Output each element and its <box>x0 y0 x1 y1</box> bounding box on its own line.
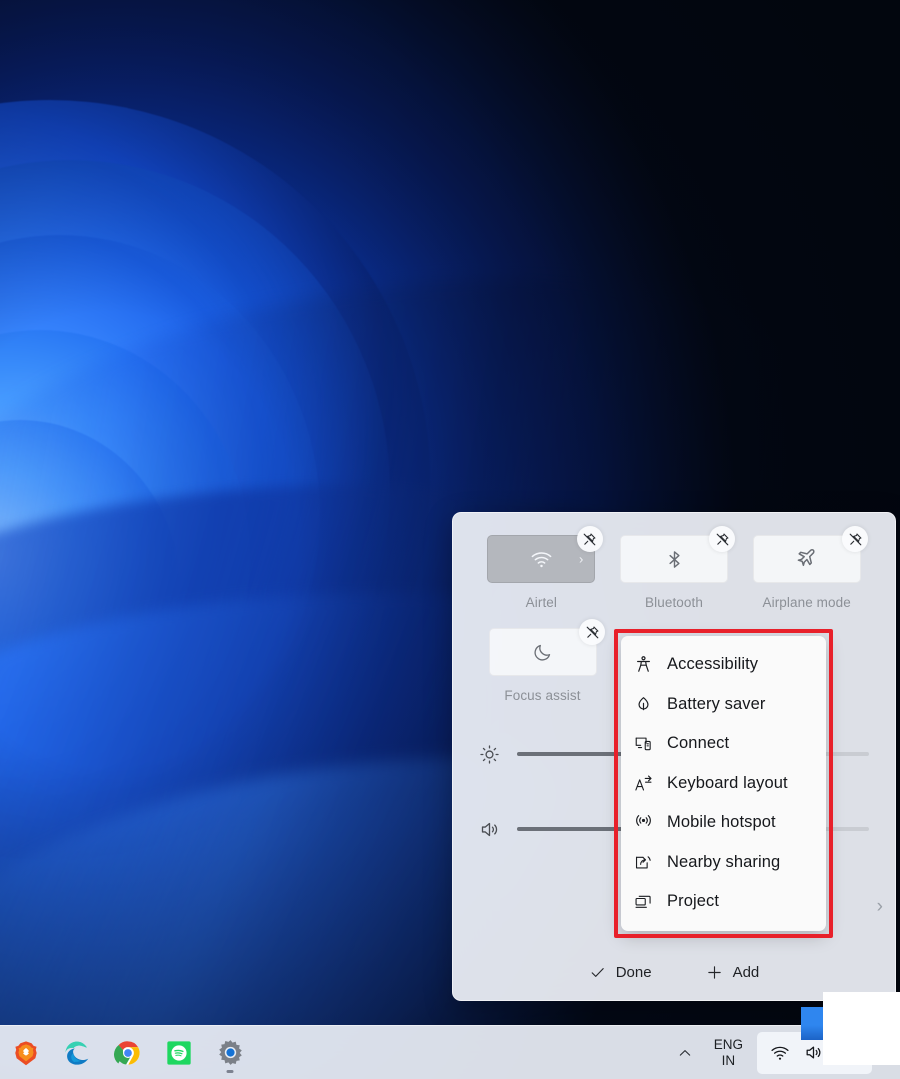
quick-settings-tile-row-1: › Airtel Bluetooth Airplane mode <box>453 513 895 610</box>
menu-item-keyboard-layout[interactable]: Keyboard layout <box>621 764 826 804</box>
language-line-2: IN <box>721 1052 736 1068</box>
battery-saver-leaf-icon <box>633 694 653 714</box>
volume-icon[interactable] <box>804 1043 823 1062</box>
spotify-icon <box>167 1040 191 1065</box>
airplane-icon <box>795 547 819 571</box>
menu-item-mobile-hotspot[interactable]: Mobile hotspot <box>621 803 826 843</box>
quick-setting-tile-bluetooth[interactable]: Bluetooth <box>608 526 741 610</box>
menu-item-label: Project <box>667 892 720 911</box>
plus-icon <box>706 964 723 981</box>
wifi-icon[interactable] <box>770 1043 790 1063</box>
chevron-up-icon[interactable] <box>670 1033 700 1073</box>
checkmark-icon <box>589 964 606 981</box>
quick-setting-tile-label: Airtel <box>525 595 558 610</box>
mobile-hotspot-icon <box>633 813 653 833</box>
unpin-icon[interactable] <box>579 619 605 645</box>
quick-setting-tile-label: Bluetooth <box>645 595 703 610</box>
language-indicator[interactable]: ENG IN <box>704 1032 753 1074</box>
done-button[interactable]: Done <box>579 958 662 987</box>
menu-item-label: Accessibility <box>667 655 759 674</box>
unpin-icon[interactable] <box>709 526 736 552</box>
taskbar[interactable]: ENG IN <box>0 1025 900 1079</box>
project-icon <box>633 892 653 912</box>
desktop: › Airtel Bluetooth Airplane mode Focus a… <box>0 0 900 1079</box>
menu-item-battery-saver[interactable]: Battery saver <box>621 685 826 725</box>
bluetooth-icon <box>664 549 685 570</box>
menu-item-label: Battery saver <box>667 694 766 713</box>
language-line-1: ENG <box>713 1037 743 1053</box>
clock-redaction-overlay <box>823 992 900 1065</box>
quick-setting-tile-wifi[interactable]: › Airtel <box>475 526 608 610</box>
add-quick-setting-flyout-menu[interactable]: Accessibility Battery saver Connect Keyb… <box>621 636 826 931</box>
gear-icon <box>218 1040 242 1065</box>
connect-cast-icon <box>633 734 653 754</box>
brightness-icon <box>479 744 501 765</box>
quick-setting-tile-focus-assist[interactable]: Focus assist <box>475 619 610 703</box>
keyboard-layout-icon <box>633 773 653 793</box>
done-button-label: Done <box>615 963 652 981</box>
taskbar-app-list <box>0 1031 252 1075</box>
moon-icon <box>532 642 553 663</box>
chrome-icon <box>114 1040 140 1065</box>
clock-redaction-tail <box>801 1007 823 1040</box>
chevron-right-icon[interactable]: › <box>579 553 583 566</box>
menu-item-nearby-sharing[interactable]: Nearby sharing <box>621 843 826 883</box>
menu-item-project[interactable]: Project <box>621 882 826 922</box>
taskbar-app-chrome[interactable] <box>106 1031 150 1075</box>
nearby-sharing-icon <box>633 852 653 872</box>
menu-item-label: Keyboard layout <box>667 773 788 792</box>
add-button[interactable]: Add <box>696 958 770 987</box>
edge-icon <box>65 1041 89 1065</box>
accessibility-icon <box>633 655 653 675</box>
unpin-icon[interactable] <box>842 526 869 552</box>
quick-setting-tile-label: Focus assist <box>504 688 581 703</box>
next-page-chevron-icon[interactable]: › <box>877 897 883 916</box>
menu-item-label: Mobile hotspot <box>667 813 776 832</box>
quick-setting-tile-label: Airplane mode <box>762 595 851 610</box>
taskbar-app-spotify[interactable] <box>157 1031 201 1075</box>
menu-item-label: Connect <box>667 734 730 753</box>
wifi-icon <box>530 548 553 571</box>
menu-item-accessibility[interactable]: Accessibility <box>621 645 826 685</box>
menu-item-connect[interactable]: Connect <box>621 724 826 764</box>
volume-icon <box>479 819 501 840</box>
quick-setting-tile-airplane[interactable]: Airplane mode <box>740 526 873 610</box>
taskbar-app-brave[interactable] <box>4 1031 48 1075</box>
menu-item-label: Nearby sharing <box>667 852 781 871</box>
add-button-label: Add <box>732 963 760 981</box>
taskbar-running-indicator <box>226 1069 234 1073</box>
taskbar-app-edge[interactable] <box>55 1031 99 1075</box>
brave-icon <box>15 1040 37 1065</box>
unpin-icon[interactable] <box>576 526 603 552</box>
taskbar-app-settings[interactable] <box>208 1031 252 1075</box>
